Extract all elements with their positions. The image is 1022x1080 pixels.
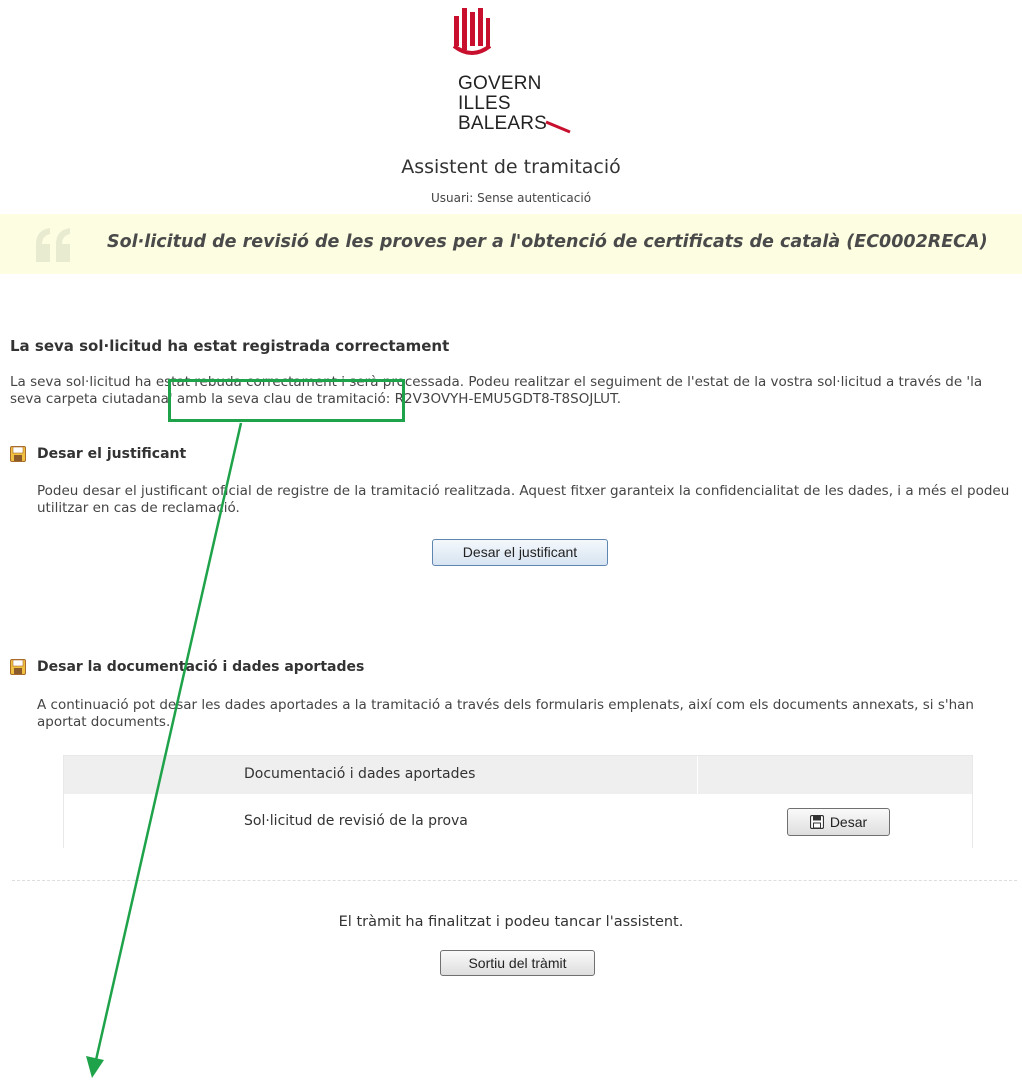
confirmation-text: La seva sol·licitud ha estat rebuda corr… [10, 374, 983, 407]
documents-section-title: Desar la documentació i dades aportades [37, 659, 365, 675]
floppy-disk-icon [10, 659, 26, 675]
receipt-text: Podeu desar el justificant oficial de re… [37, 483, 1010, 516]
logo-text-illes: ILLES [458, 93, 511, 114]
save-receipt-button[interactable]: Desar el justificant [432, 539, 608, 566]
documents-table: Documentació i dades aportades Sol·licit… [63, 755, 973, 848]
logo-text-govern: GOVERN [458, 73, 542, 94]
confirmation-heading: La seva sol·licitud ha estat registrada … [10, 337, 450, 355]
logo-text-balears: BALEARS [458, 113, 548, 134]
section-divider [12, 880, 1017, 881]
table-header-divider [697, 756, 698, 794]
govern-illes-balears-logo: GOVERN ILLES BALEARS [452, 8, 582, 136]
procedure-title: Sol·licitud de revisió de les proves per… [107, 232, 988, 252]
user-status: Usuari: Sense autenticació [430, 191, 592, 205]
exit-procedure-button[interactable]: Sortiu del tràmit [440, 950, 595, 976]
procedure-banner: Sol·licitud de revisió de les proves per… [0, 214, 1022, 274]
annotation-highlight-box [168, 379, 405, 422]
save-document-label: Desar [829, 814, 868, 830]
table-row: Sol·licitud de revisió de la prova Desar [64, 794, 972, 848]
logo-slash-icon [545, 120, 571, 134]
documents-text: A continuació pot desar les dades aporta… [37, 697, 974, 730]
logo-mark-icon [452, 8, 492, 55]
receipt-section-title: Desar el justificant [37, 446, 187, 462]
save-icon [809, 814, 824, 830]
table-header-cell: Documentació i dades aportades [244, 766, 476, 782]
finished-message: El tràmit ha finalitzat i podeu tancar l… [338, 914, 684, 930]
document-name: Sol·licitud de revisió de la prova [244, 813, 468, 829]
save-document-button[interactable]: Desar [787, 808, 890, 836]
floppy-disk-icon [10, 446, 26, 462]
page-title: Assistent de tramitació [401, 156, 621, 178]
quote-icon [36, 228, 70, 262]
table-header-row: Documentació i dades aportades [64, 756, 972, 794]
